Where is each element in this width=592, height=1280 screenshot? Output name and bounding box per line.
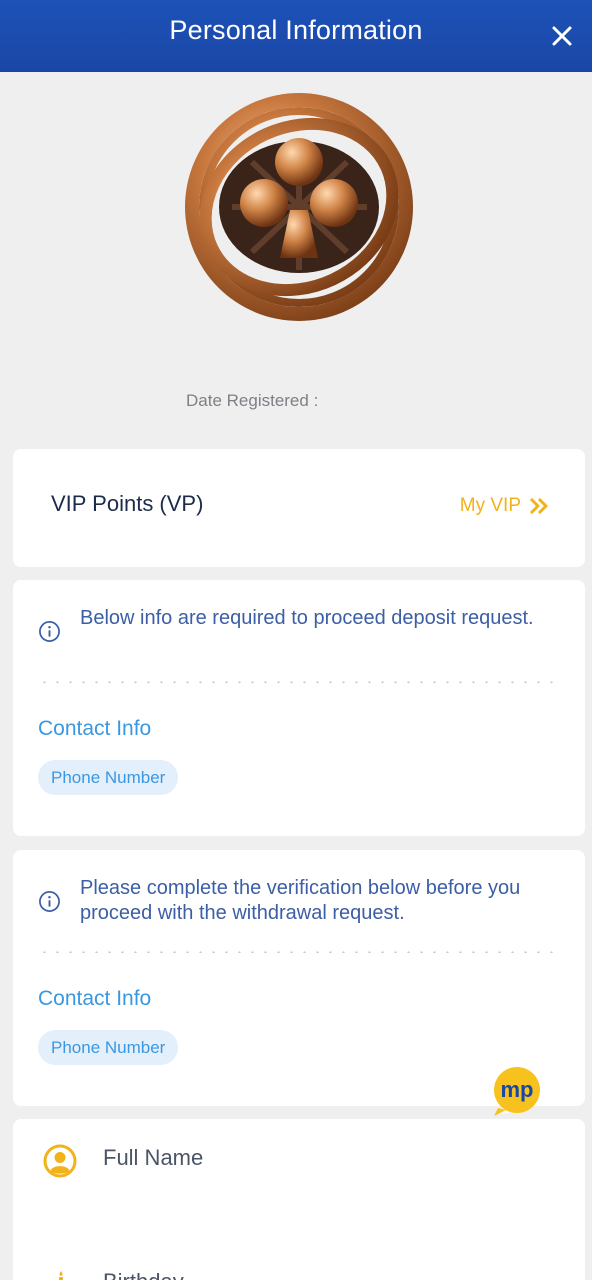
divider	[38, 951, 560, 953]
info-icon	[39, 891, 60, 912]
page-title: Personal Information	[169, 15, 423, 45]
date-registered-label: Date Registered :	[186, 391, 319, 410]
vip-points-label: VIP Points (VP)	[51, 491, 204, 516]
contact-info-title: Contact Info	[38, 987, 152, 1010]
user-icon	[43, 1144, 77, 1178]
vip-badge-avatar	[185, 93, 413, 321]
birthday-label: Birthday	[103, 1269, 184, 1280]
birthday-icon	[59, 1271, 63, 1280]
divider	[38, 681, 560, 683]
my-vip-label: My VIP	[459, 495, 521, 516]
phone-number-chip[interactable]: Phone Number	[38, 1030, 179, 1065]
mp-chat-bubble-icon[interactable]: mp	[490, 1064, 544, 1118]
deposit-notice-text: Below info are required to proceed depos…	[80, 607, 534, 629]
withdrawal-notice-text: Please complete the verification below b…	[80, 877, 521, 924]
info-icon	[39, 621, 60, 642]
phone-number-chip[interactable]: Phone Number	[38, 760, 179, 795]
page: Personal Information Date Registered: V…	[0, 0, 592, 1280]
deposit-requirements-card: Below info are required to proceed depos…	[13, 580, 585, 836]
header-bar: Personal Information	[0, 0, 592, 72]
personal-details-card: Full Name Birthday	[13, 1119, 585, 1280]
my-vip-link[interactable]: My VIP	[460, 495, 549, 517]
close-icon	[552, 26, 572, 46]
close-button[interactable]	[542, 16, 582, 56]
full-name-label: Full Name	[103, 1145, 204, 1170]
contact-info-title: Contact Info	[38, 717, 152, 740]
double-chevron-right-icon	[529, 497, 548, 515]
vip-points-card: VIP Points (VP) My VIP	[13, 449, 585, 567]
mp-chat-label: mp	[501, 1077, 534, 1102]
